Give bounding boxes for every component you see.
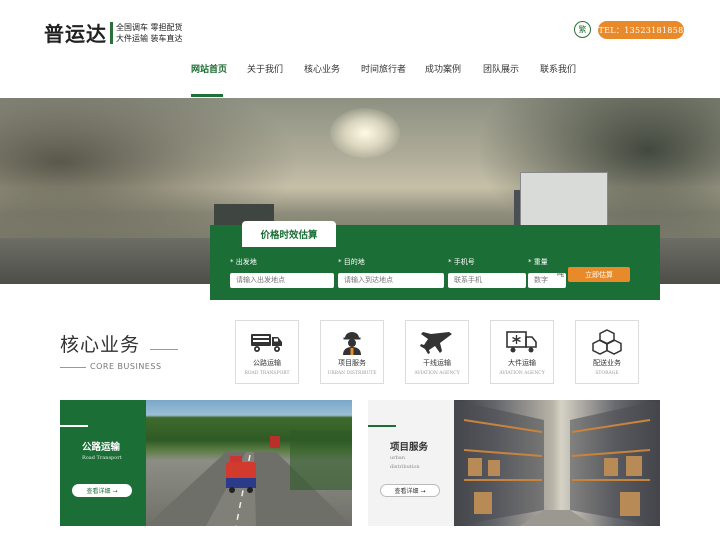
worker-icon xyxy=(343,332,361,355)
service-name: 配送业务 xyxy=(593,359,621,367)
nav-item-cases[interactable]: 成功案例 xyxy=(425,62,461,75)
main-nav: 网站首页 关于我们 核心业务 时间旅行者 成功案例 团队展示 联系我们 xyxy=(178,56,586,98)
logo-divider xyxy=(110,21,113,44)
road-transport-image xyxy=(146,400,352,526)
weight-label: * 重量 xyxy=(528,258,548,266)
warehouse-image xyxy=(454,400,660,526)
service-en: URBAN DISTRIBUTE xyxy=(327,371,377,376)
service-name: 公路运输 xyxy=(253,359,281,367)
service-en: ROAD TRANSPORT xyxy=(244,371,290,376)
service-delivery[interactable]: 配送业务 STORAGE xyxy=(575,320,639,384)
weight-unit: 吨 xyxy=(557,270,564,278)
phone-field: * 手机号 xyxy=(448,257,526,288)
highway-illustration xyxy=(146,430,352,526)
logo-slogan-line2: 大件运输 装车直达 xyxy=(116,33,183,43)
feature-card-text: 项目服务 urban distribution 查看详细 → xyxy=(368,400,454,526)
truck-icon xyxy=(251,334,282,352)
logo-slogan: 全国调车 零担配货 大件运输 装车直达 xyxy=(116,22,183,44)
nav-active-indicator xyxy=(191,94,223,97)
origin-field: * 出发地 xyxy=(230,257,334,288)
nav-item-time-traveler[interactable]: 时间旅行者 xyxy=(361,62,406,75)
estimate-submit-button[interactable]: 立即估算 xyxy=(568,267,630,282)
warehouse-illustration xyxy=(454,400,660,526)
core-section-subtitle: CORE BUSINESS xyxy=(90,362,162,371)
nav-item-contact[interactable]: 联系我们 xyxy=(540,62,576,75)
nav-item-team[interactable]: 团队展示 xyxy=(483,62,519,75)
view-details-button[interactable]: 查看详细 → xyxy=(72,484,132,497)
feature-card-project[interactable]: 项目服务 urban distribution 查看详细 → xyxy=(368,400,660,526)
service-name: 大件运输 xyxy=(508,359,536,367)
card-decoration xyxy=(60,425,88,427)
service-en: AVIATION AGENCY xyxy=(499,371,545,376)
feature-card-en-line2: distribution xyxy=(390,464,420,470)
feature-card-en: Road Transport xyxy=(82,455,122,461)
feature-card-en: urban distribution xyxy=(390,454,446,472)
service-en: STORAGE xyxy=(595,371,619,376)
core-section-title: 核心业务 xyxy=(60,334,141,356)
service-name: 项目服务 xyxy=(338,359,366,367)
price-estimate-panel: 价格时效估算 * 出发地 * 目的地 * 手机号 * 重量 吨 立即估算 xyxy=(210,221,660,300)
nav-item-core-business[interactable]: 核心业务 xyxy=(304,62,340,75)
service-en: AVIATION AGENCY xyxy=(414,371,460,376)
service-road-transport[interactable]: 公路运输 ROAD TRANSPORT xyxy=(235,320,299,384)
service-heavy-transport[interactable]: 大件运输 AVIATION AGENCY xyxy=(490,320,554,384)
feature-card-title: 项目服务 xyxy=(390,442,429,453)
banner-truck-trailer xyxy=(520,172,608,228)
core-title-decoration xyxy=(150,349,178,350)
logo-slogan-line1: 全国调车 零担配货 xyxy=(116,22,183,32)
destination-label: * 目的地 xyxy=(338,258,365,266)
destination-field: * 目的地 xyxy=(338,257,444,288)
site-logo[interactable]: 普运达 全国调车 零担配货 大件运输 装车直达 xyxy=(44,18,183,47)
cold-truck-icon xyxy=(506,331,537,353)
service-trunk-transport[interactable]: 干线运输 AVIATION AGENCY xyxy=(405,320,469,384)
nav-item-about[interactable]: 关于我们 xyxy=(247,62,283,75)
feature-card-en-line1: urban xyxy=(390,455,406,461)
origin-input[interactable] xyxy=(230,272,334,288)
nav-item-home[interactable]: 网站首页 xyxy=(191,62,227,75)
card-decoration xyxy=(368,425,396,427)
airplane-icon xyxy=(420,332,452,354)
feature-card-text: 公路运输 Road Transport 查看详细 → xyxy=(60,400,146,526)
phone-button[interactable]: TEL：13523181858 xyxy=(598,21,684,39)
weight-field: * 重量 吨 xyxy=(528,257,566,288)
destination-input[interactable] xyxy=(338,272,444,288)
feature-card-road[interactable]: 公路运输 Road Transport 查看详细 → xyxy=(60,400,352,526)
phone-label: * 手机号 xyxy=(448,258,475,266)
boxes-icon xyxy=(592,329,622,355)
logo-name: 普运达 xyxy=(44,22,107,46)
feature-card-title: 公路运输 xyxy=(82,442,121,453)
view-details-button[interactable]: 查看详细 → xyxy=(380,484,440,497)
service-project[interactable]: 项目服务 URBAN DISTRIBUTE xyxy=(320,320,384,384)
core-subtitle-decoration xyxy=(60,367,86,368)
traditional-chinese-button[interactable]: 繁 xyxy=(574,21,591,38)
phone-input[interactable] xyxy=(448,272,526,288)
service-name: 干线运输 xyxy=(423,359,451,367)
estimate-tab[interactable]: 价格时效估算 xyxy=(242,221,336,247)
origin-label: * 出发地 xyxy=(230,258,257,266)
banner-sun-glow xyxy=(330,108,400,158)
